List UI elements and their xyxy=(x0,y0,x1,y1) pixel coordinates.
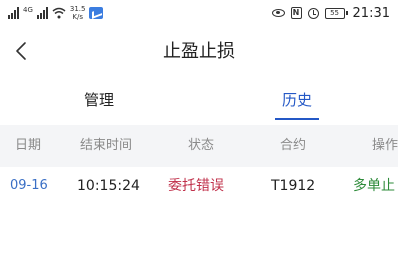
status-right: N 55 21:31 xyxy=(271,4,390,22)
column-header-end-time: 结束时间 xyxy=(80,138,133,153)
eye-comfort-icon xyxy=(271,9,285,17)
speed-unit: K/s xyxy=(72,13,83,21)
column-header-contract: 合约 xyxy=(280,138,307,153)
battery-icon: 55 xyxy=(324,7,348,19)
clock: 21:31 xyxy=(352,5,390,21)
cell-status: 委托错误 xyxy=(168,178,224,194)
column-header-status: 状态 xyxy=(188,138,215,153)
page-title: 止盈止损 xyxy=(163,41,235,62)
speed-value: 31.5 xyxy=(69,5,86,13)
column-header-action: 操作 xyxy=(372,138,398,153)
title-bar: 止盈止损 xyxy=(0,26,398,78)
chevron-left-icon xyxy=(16,42,26,60)
signal-icon-2 xyxy=(36,7,48,19)
cell-date: 09-16 xyxy=(10,178,48,193)
status-bar: 4G 31.5 K/s N 55 21:31 xyxy=(0,0,398,26)
tab-manage[interactable]: 管理 xyxy=(64,78,134,122)
table-row[interactable]: 09-16 10:15:24 委托错误 T1912 多单止 xyxy=(0,167,398,205)
wifi-icon xyxy=(52,7,66,19)
column-header-date: 日期 xyxy=(15,138,42,153)
tab-history[interactable]: 历史 xyxy=(262,78,332,122)
app-notification-icon xyxy=(89,7,104,19)
tab-bar: 管理 历史 xyxy=(0,78,398,122)
cell-end-time: 10:15:24 xyxy=(77,178,140,194)
alarm-icon xyxy=(307,7,319,19)
network-type-label: 4G xyxy=(23,5,33,14)
back-button[interactable] xyxy=(10,40,32,62)
cell-action: 多单止 xyxy=(353,178,395,194)
network-speed: 31.5 K/s xyxy=(70,5,86,21)
table-header: 日期 结束时间 状态 合约 操作 xyxy=(0,125,398,167)
nfc-icon: N xyxy=(290,7,302,19)
signal-icon xyxy=(8,7,19,19)
cell-contract: T1912 xyxy=(271,178,316,194)
status-left: 4G 31.5 K/s xyxy=(8,4,104,22)
active-tab-indicator xyxy=(275,118,319,120)
